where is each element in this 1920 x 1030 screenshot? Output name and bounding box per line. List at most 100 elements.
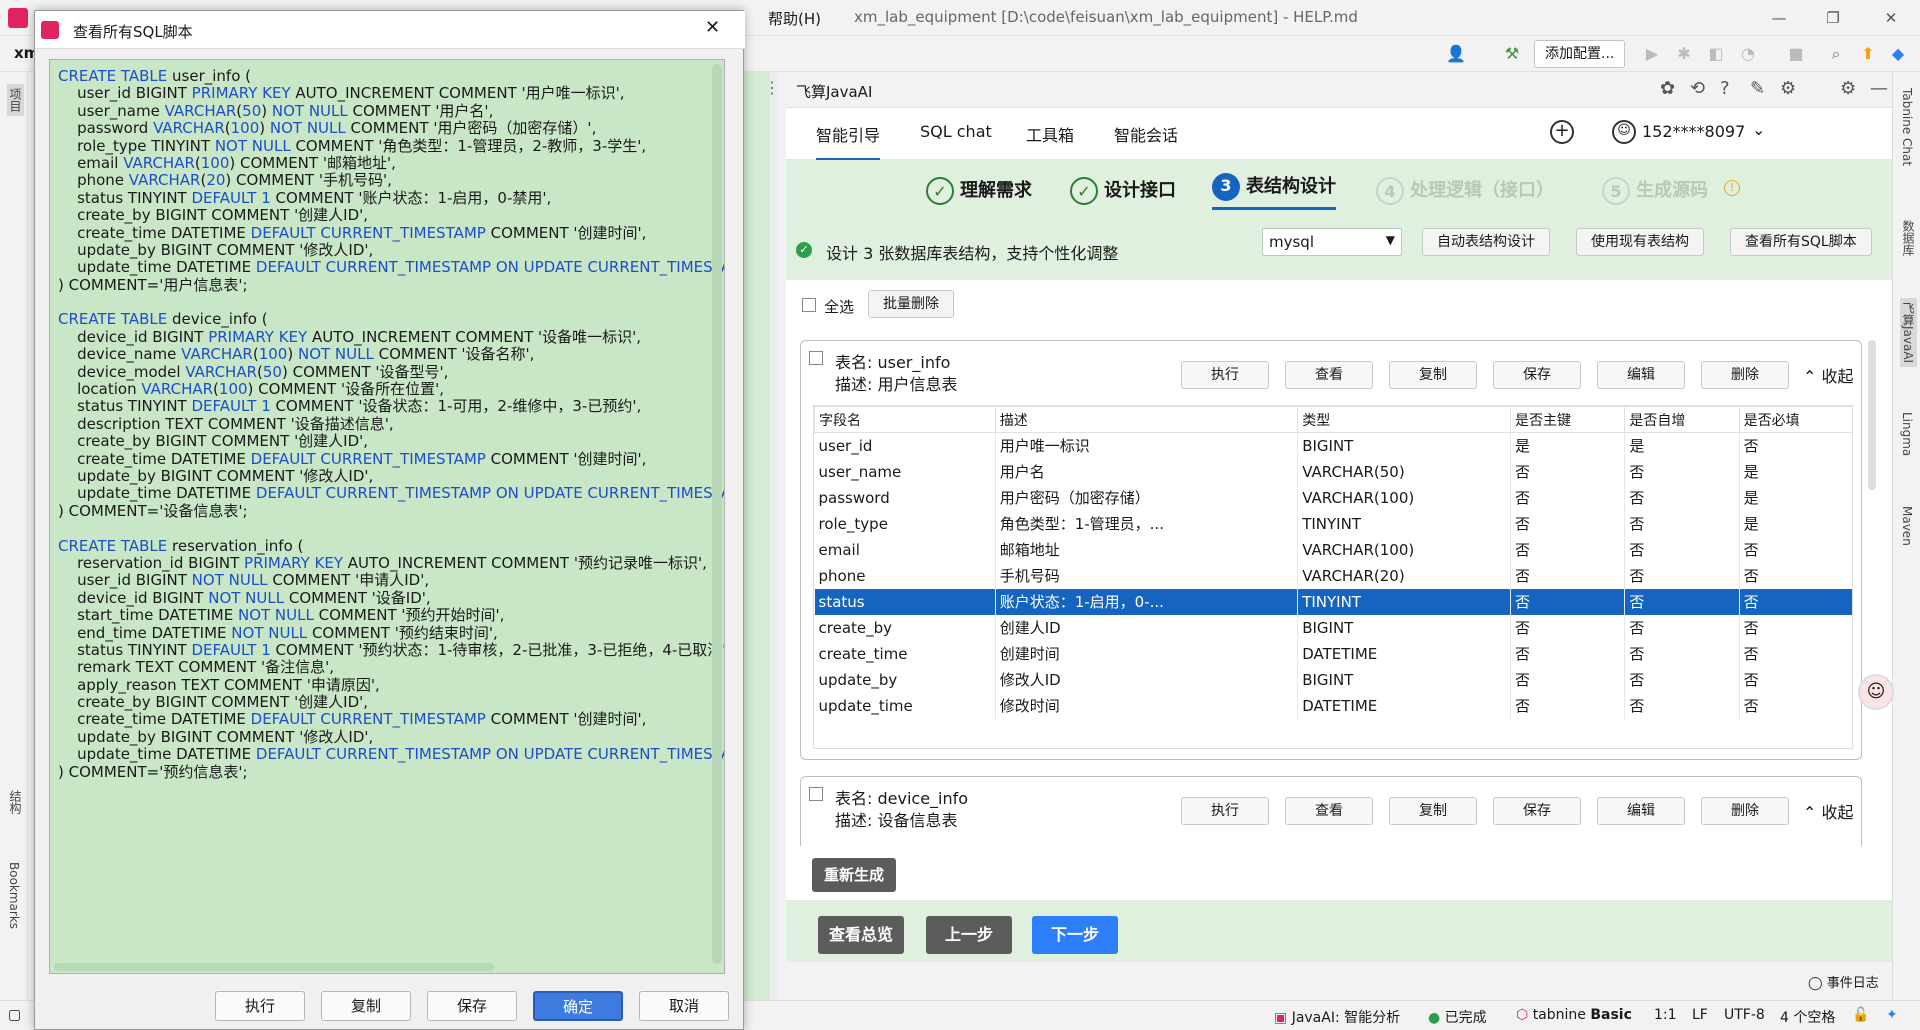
table-row[interactable]: phone 手机号码 VARCHAR(20) 否否否: [814, 562, 1852, 589]
gear-icon[interactable]: ⚙: [1840, 78, 1856, 99]
table-cell[interactable]: update_by: [814, 666, 996, 693]
tool-structure[interactable]: 结构: [7, 790, 24, 814]
table-cell[interactable]: 否: [1739, 666, 1852, 693]
panel-toggle-icon[interactable]: ▢: [8, 1007, 21, 1023]
stop-icon[interactable]: ■: [1784, 42, 1808, 66]
table-cell[interactable]: BIGINT: [1297, 432, 1512, 459]
execute-button[interactable]: 执行: [1181, 797, 1269, 825]
save-button[interactable]: 保存: [1493, 361, 1581, 389]
table-cell[interactable]: 否: [1510, 510, 1626, 537]
coverage-icon[interactable]: ◧: [1704, 42, 1728, 66]
table-cell[interactable]: VARCHAR(20): [1297, 562, 1512, 589]
table-cell[interactable]: VARCHAR(100): [1297, 484, 1512, 511]
chevron-down-icon[interactable]: ⌄: [1752, 120, 1765, 139]
delete-button[interactable]: 删除: [1701, 361, 1789, 389]
table-cell[interactable]: 否: [1739, 640, 1852, 667]
tab-sql-chat[interactable]: SQL chat: [920, 122, 992, 141]
assistant-avatar-icon[interactable]: ☺: [1858, 674, 1894, 710]
table-cell[interactable]: 用户密码（加密存储）: [995, 484, 1299, 511]
tool-maven[interactable]: Maven: [1900, 506, 1914, 546]
cursor-position[interactable]: 1:1: [1654, 1007, 1677, 1023]
table-cell[interactable]: 修改时间: [995, 692, 1299, 719]
table-cell[interactable]: 否: [1510, 666, 1626, 693]
table-cell[interactable]: 是: [1624, 432, 1740, 459]
table-row[interactable]: update_by 修改人ID BIGINT 否否否: [814, 666, 1852, 693]
table-cell[interactable]: 否: [1624, 588, 1740, 615]
javaai-status[interactable]: ▣ JavaAI: 智能分析: [1274, 1007, 1400, 1027]
minimize-icon[interactable]: —: [1764, 4, 1794, 32]
auto-design-button[interactable]: 自动表结构设计: [1422, 228, 1550, 256]
table-cell[interactable]: 否: [1510, 640, 1626, 667]
table-card-checkbox[interactable]: [809, 351, 823, 365]
table-cell[interactable]: 否: [1739, 588, 1852, 615]
search-icon[interactable]: ⌕: [1824, 42, 1848, 66]
horizontal-scrollbar[interactable]: [54, 963, 494, 971]
table-cell[interactable]: user_name: [814, 458, 996, 485]
panel-minimize-icon[interactable]: —: [1870, 78, 1888, 99]
run-icon[interactable]: ▶: [1640, 42, 1664, 66]
update-icon[interactable]: ⬆: [1856, 42, 1880, 66]
table-cell[interactable]: 否: [1624, 640, 1740, 667]
card-scrollbar[interactable]: [1868, 340, 1876, 490]
tool-database[interactable]: 数据库: [1900, 220, 1917, 256]
info-icon[interactable]: !: [1724, 180, 1740, 196]
indent-setting[interactable]: 4 个空格: [1780, 1007, 1835, 1027]
table-cell[interactable]: create_time: [814, 640, 996, 667]
add-icon[interactable]: +: [1550, 120, 1574, 144]
vertical-scrollbar[interactable]: [712, 64, 722, 964]
table-cell[interactable]: email: [814, 536, 996, 563]
table-cell[interactable]: 否: [1624, 692, 1740, 719]
table-cell[interactable]: 否: [1624, 666, 1740, 693]
table-cell[interactable]: 否: [1510, 588, 1626, 615]
view-button[interactable]: 查看: [1285, 797, 1373, 825]
table-row[interactable]: role_type 角色类型：1-管理员，... TINYINT 否否是: [814, 510, 1852, 537]
table-cell[interactable]: 否: [1739, 432, 1852, 459]
overview-button[interactable]: 查看总览: [818, 916, 904, 954]
table-cell[interactable]: status: [814, 588, 996, 615]
collapse-button[interactable]: ⌃ 收起: [1803, 799, 1854, 823]
collapse-button[interactable]: ⌃ 收起: [1803, 363, 1854, 387]
tool-bookmarks[interactable]: Bookmarks: [7, 862, 21, 929]
column-header[interactable]: 类型: [1297, 406, 1512, 433]
step-2[interactable]: ✓ 设计接口: [1070, 176, 1176, 205]
close-icon[interactable]: ✕: [705, 17, 720, 38]
help-icon[interactable]: ?: [1720, 78, 1730, 99]
execute-button[interactable]: 执行: [215, 991, 305, 1021]
copy-button[interactable]: 复制: [321, 991, 411, 1021]
table-row[interactable]: password 用户密码（加密存储） VARCHAR(100) 否否是: [814, 484, 1852, 511]
table-cell[interactable]: 是: [1739, 484, 1852, 511]
select-all-checkbox[interactable]: [802, 298, 816, 312]
table-cell[interactable]: phone: [814, 562, 996, 589]
more-icon[interactable]: ⋮: [764, 78, 780, 97]
table-cell[interactable]: password: [814, 484, 996, 511]
table-cell[interactable]: TINYINT: [1297, 510, 1512, 537]
table-cell[interactable]: 否: [1739, 614, 1852, 641]
table-row[interactable]: email 邮箱地址 VARCHAR(100) 否否否: [814, 536, 1852, 563]
tab-toolbox[interactable]: 工具箱: [1026, 122, 1074, 146]
assistant-icon[interactable]: ✦: [1886, 1007, 1898, 1023]
table-cell[interactable]: 否: [1624, 484, 1740, 511]
table-cell[interactable]: 否: [1624, 614, 1740, 641]
use-existing-button[interactable]: 使用现有表结构: [1576, 228, 1704, 256]
table-cell[interactable]: VARCHAR(50): [1297, 458, 1512, 485]
table-cell[interactable]: TINYINT: [1297, 588, 1512, 615]
save-button[interactable]: 保存: [427, 991, 517, 1021]
sql-text-area[interactable]: CREATE TABLE user_info ( user_id BIGINT …: [49, 59, 725, 974]
tool-tabnine-chat[interactable]: Tabnine Chat: [1900, 88, 1914, 166]
db-select[interactable]: mysql ▼: [1262, 228, 1402, 256]
line-separator[interactable]: LF: [1692, 1007, 1708, 1023]
tab-chat[interactable]: 智能会话: [1114, 122, 1178, 146]
table-cell[interactable]: 用户唯一标识: [995, 432, 1299, 459]
delete-button[interactable]: 删除: [1701, 797, 1789, 825]
save-button[interactable]: 保存: [1493, 797, 1581, 825]
edit-icon[interactable]: ✎: [1750, 78, 1765, 99]
table-cell[interactable]: 角色类型：1-管理员，...: [995, 510, 1299, 537]
copy-button[interactable]: 复制: [1389, 797, 1477, 825]
table-cell[interactable]: 否: [1624, 562, 1740, 589]
table-cell[interactable]: 是: [1739, 458, 1852, 485]
prev-button[interactable]: 上一步: [926, 916, 1012, 954]
execute-button[interactable]: 执行: [1181, 361, 1269, 389]
table-cell[interactable]: 否: [1510, 458, 1626, 485]
table-card-checkbox[interactable]: [809, 787, 823, 801]
table-row[interactable]: update_time 修改时间 DATETIME 否否否: [814, 692, 1852, 719]
